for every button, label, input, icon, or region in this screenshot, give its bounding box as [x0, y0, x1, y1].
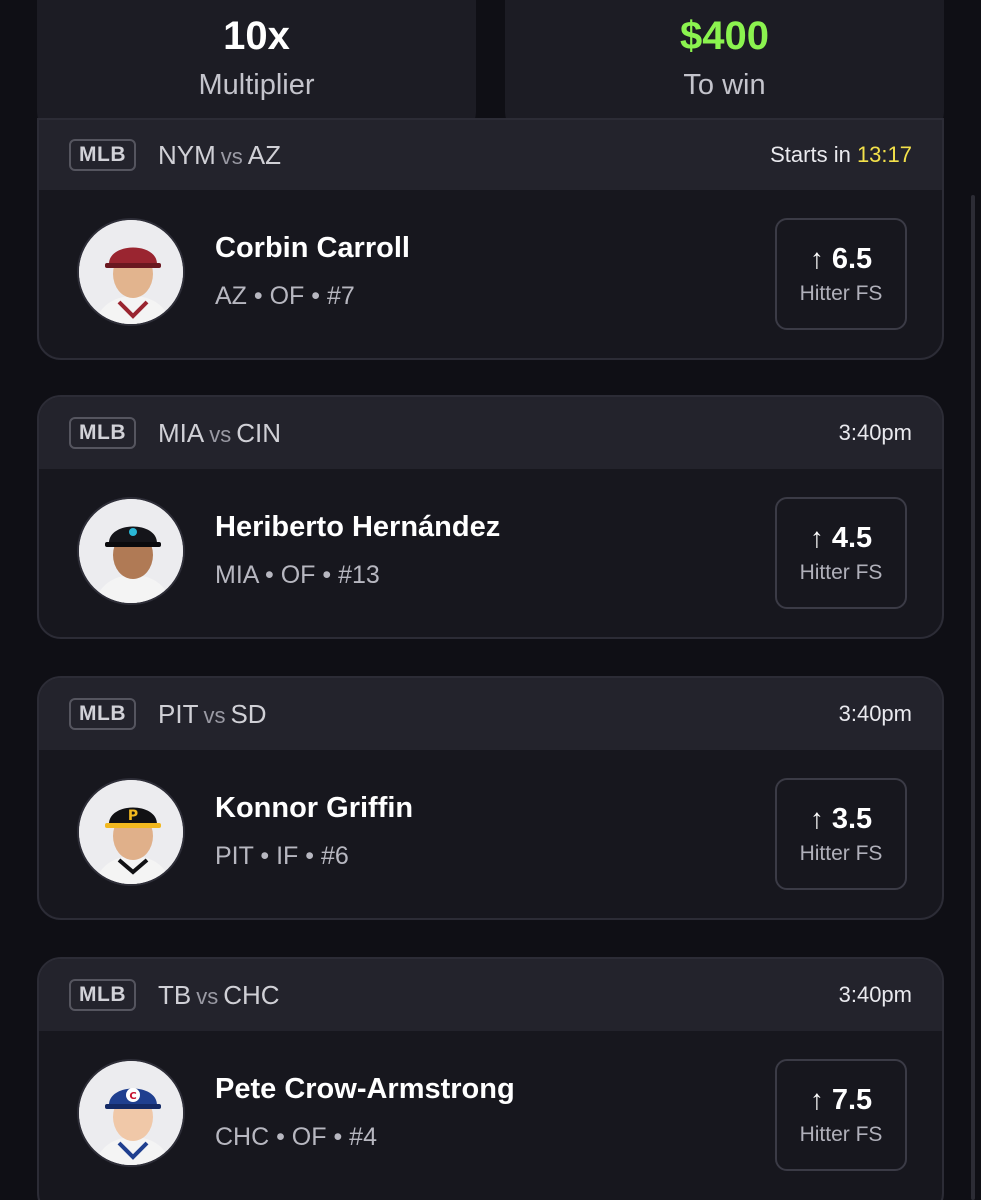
- player-name: Corbin Carroll: [215, 232, 410, 264]
- team-a: MIA: [158, 417, 205, 448]
- projection-button[interactable]: ↑ 4.5 Hitter FS: [775, 497, 907, 609]
- player-meta: CHC • OF • #4: [215, 1123, 377, 1151]
- pick-card[interactable]: MLB PIT vs SD 3:40pm P Konnor Griffin PI…: [37, 676, 944, 920]
- vs-label: vs: [203, 702, 226, 728]
- multiplier-label: Multiplier: [198, 69, 315, 101]
- league-badge: MLB: [69, 139, 136, 171]
- projection-value: 4.5: [831, 521, 873, 554]
- projection-value: 3.5: [831, 802, 873, 835]
- projection-line: ↑ 4.5: [810, 522, 872, 555]
- start-time: Starts in 13:17: [770, 142, 912, 168]
- projection-value: 7.5: [831, 1083, 873, 1116]
- start-time: 3:40pm: [838, 420, 912, 445]
- stat-type: Hitter FS: [799, 1122, 883, 1146]
- pick-card-body: P Konnor Griffin PIT • IF • #6 ↑ 3.5 Hit…: [39, 750, 942, 918]
- pick-card-header: MLB MIA vs CIN 3:40pm: [39, 397, 942, 469]
- league-badge: MLB: [69, 698, 136, 730]
- payout-label: To win: [683, 69, 766, 101]
- team-b: CIN: [236, 417, 282, 448]
- team-b: SD: [230, 698, 267, 729]
- team-a: NYM: [158, 139, 216, 170]
- matchup: PIT vs SD: [158, 699, 267, 730]
- pick-card[interactable]: MLB NYM vs AZ Starts in 13:17 Corbin Car…: [37, 118, 944, 360]
- player-meta: AZ • OF • #7: [215, 282, 355, 310]
- pick-card-header: MLB TB vs CHC 3:40pm: [39, 959, 942, 1031]
- pick-card[interactable]: MLB TB vs CHC 3:40pm C Pete Crow-Armstro…: [37, 957, 944, 1200]
- player-avatar: [77, 218, 185, 326]
- player-avatar: P: [77, 778, 185, 886]
- payout-value: $400: [680, 14, 769, 58]
- projection-button[interactable]: ↑ 7.5 Hitter FS: [775, 1059, 907, 1171]
- projection-line: ↑ 6.5: [810, 243, 872, 276]
- pick-card-body: C Pete Crow-Armstrong CHC • OF • #4 ↑ 7.…: [39, 1031, 942, 1199]
- pick-card-body: Heriberto Hernández MIA • OF • #13 ↑ 4.5…: [39, 469, 942, 637]
- pick-slip: 10x Multiplier $400 To win MLB NYM vs AZ…: [0, 0, 981, 1200]
- vs-label: vs: [220, 143, 243, 169]
- team-a: PIT: [158, 698, 199, 729]
- player-meta: PIT • IF • #6: [215, 842, 349, 870]
- projection-line: ↑ 7.5: [810, 1084, 872, 1117]
- svg-text:C: C: [129, 1091, 136, 1102]
- team-a: TB: [158, 979, 192, 1010]
- svg-text:P: P: [128, 808, 138, 824]
- player-name: Konnor Griffin: [215, 792, 414, 824]
- league-badge: MLB: [69, 979, 136, 1011]
- pick-card[interactable]: MLB MIA vs CIN 3:40pm Heriberto Hernánde…: [37, 395, 944, 639]
- pick-card-header: MLB NYM vs AZ Starts in 13:17: [39, 120, 942, 190]
- player-avatar: C: [77, 1059, 185, 1167]
- arrow-up-icon: ↑: [809, 1084, 824, 1115]
- multiplier-value: 10x: [223, 14, 290, 58]
- vs-label: vs: [209, 421, 232, 447]
- start-prefix: Starts in: [770, 142, 857, 167]
- countdown-timer: 13:17: [856, 142, 912, 167]
- payout-box: $400 To win: [505, 0, 944, 134]
- arrow-up-icon: ↑: [809, 803, 824, 834]
- team-b: AZ: [247, 139, 282, 170]
- stat-type: Hitter FS: [799, 841, 883, 865]
- projection-value: 6.5: [831, 242, 873, 275]
- arrow-up-icon: ↑: [809, 522, 824, 553]
- arrow-up-icon: ↑: [809, 243, 824, 274]
- start-time: 3:40pm: [838, 701, 912, 726]
- matchup: MIA vs CIN: [158, 418, 281, 449]
- player-name: Heriberto Hernández: [215, 511, 501, 543]
- player-avatar: [77, 497, 185, 605]
- projection-button[interactable]: ↑ 6.5 Hitter FS: [775, 218, 907, 330]
- pick-card-header: MLB PIT vs SD 3:40pm: [39, 678, 942, 750]
- stat-type: Hitter FS: [799, 560, 883, 584]
- scrollbar[interactable]: [971, 195, 975, 1200]
- player-name: Pete Crow-Armstrong: [215, 1073, 515, 1105]
- projection-line: ↑ 3.5: [810, 803, 872, 836]
- player-meta: MIA • OF • #13: [215, 561, 380, 589]
- stat-type: Hitter FS: [799, 281, 883, 305]
- pick-card-body: Corbin Carroll AZ • OF • #7 ↑ 6.5 Hitter…: [39, 190, 942, 358]
- matchup: TB vs CHC: [158, 980, 280, 1011]
- vs-label: vs: [196, 983, 219, 1009]
- team-b: CHC: [223, 979, 280, 1010]
- league-badge: MLB: [69, 417, 136, 449]
- matchup: NYM vs AZ: [158, 140, 281, 171]
- projection-button[interactable]: ↑ 3.5 Hitter FS: [775, 778, 907, 890]
- multiplier-box: 10x Multiplier: [37, 0, 476, 134]
- start-time: 3:40pm: [838, 982, 912, 1007]
